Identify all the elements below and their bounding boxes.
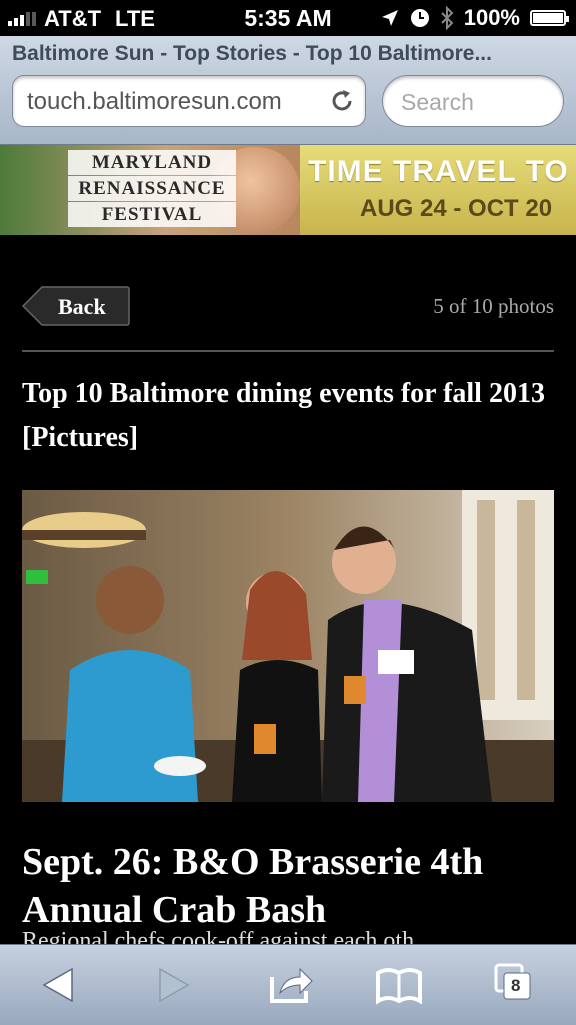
gallery-photo[interactable] [22, 490, 554, 802]
page-title: Baltimore Sun - Top Stories - Top 10 Bal… [12, 42, 492, 65]
clock-icon [410, 9, 429, 27]
divider [22, 350, 554, 352]
event-photo [22, 490, 554, 802]
back-arrow-icon[interactable] [34, 963, 84, 1007]
festival-line: MARYLAND [68, 150, 236, 175]
tabs-button[interactable]: 8 [494, 963, 544, 1007]
status-bar: AT&T LTE 5:35 AM 100% [0, 0, 576, 36]
search-input[interactable]: Search [382, 75, 564, 127]
ad-banner[interactable]: MARYLAND RENAISSANCE FESTIVAL TIME TRAVE… [0, 145, 576, 235]
tab-count: 8 [511, 976, 521, 995]
battery-percent: 100% [463, 5, 520, 30]
browser-chrome: Baltimore Sun - Top Stories - Top 10 Bal… [0, 36, 576, 145]
gallery-content: Back 5 of 10 photos Top 10 Baltimore din… [0, 236, 576, 944]
bookmarks-icon[interactable] [374, 963, 424, 1007]
photo-counter: 5 of 10 photos [433, 294, 554, 318]
search-placeholder: Search [401, 89, 474, 115]
ad-tagline: TIME TRAVEL TO FUN! [308, 155, 576, 188]
gallery-headline: Top 10 Baltimore dining events for fall … [22, 378, 545, 453]
forward-arrow-icon[interactable] [148, 963, 198, 1007]
festival-logo: MARYLAND RENAISSANCE FESTIVAL [68, 149, 236, 228]
share-icon[interactable] [266, 963, 316, 1007]
location-arrow-icon [381, 10, 398, 26]
battery-icon [530, 10, 569, 26]
festival-line: RENAISSANCE [68, 176, 236, 201]
back-button[interactable]: Back [22, 286, 130, 326]
url-text: touch.baltimoresun.com [27, 88, 282, 115]
festival-line: FESTIVAL [68, 202, 236, 227]
caption-title: Sept. 26: B&O Brasserie 4th Annual Crab … [22, 841, 484, 931]
bluetooth-icon [441, 6, 454, 30]
back-button-label: Back [58, 294, 106, 319]
address-bar[interactable]: touch.baltimoresun.com [12, 75, 366, 127]
browser-toolbar: 8 [0, 944, 576, 1025]
caption-body: Regional chefs cook-off against each oth [22, 928, 415, 944]
reload-icon[interactable] [329, 88, 355, 114]
ad-dates: AUG 24 - OCT 20 [360, 195, 553, 222]
